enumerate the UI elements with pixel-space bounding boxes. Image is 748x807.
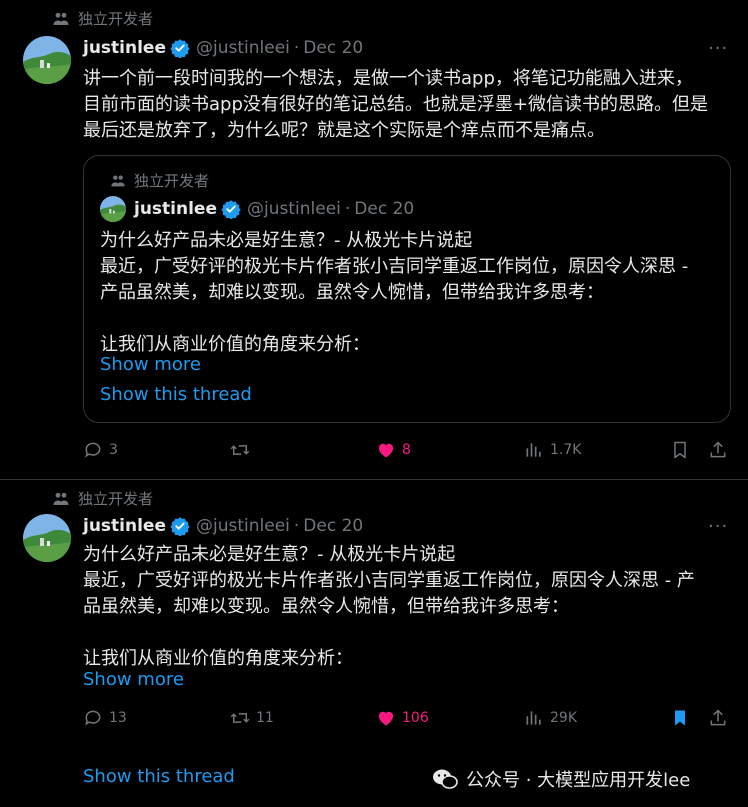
show-thread-link[interactable]: Show this thread — [100, 384, 252, 405]
avatar[interactable] — [23, 514, 71, 562]
quote-date: Dec 20 — [354, 199, 415, 219]
views-button[interactable]: 1.7K — [524, 440, 581, 460]
more-options-icon[interactable]: ··· — [708, 38, 728, 59]
show-more-link[interactable]: Show more — [100, 354, 201, 375]
watermark: 公众号 · 大模型应用开发lee — [432, 766, 690, 792]
tweet-text-line: 最后还是放弃了，为什么呢？就是这个实际是个痒点而不是痛点。 — [83, 120, 605, 141]
quoted-tweet-card[interactable]: 独立开发者 justinlee @justinleei · Dec 20 为什么… — [83, 155, 731, 423]
tweet-text: 为什么好产品未必是好生意？- 从极光卡片说起 最近，广受好评的极光卡片作者张小吉… — [83, 542, 743, 672]
quote-social-context[interactable]: 独立开发者 — [110, 170, 209, 191]
retweet-button[interactable]: 11 — [230, 708, 274, 728]
quote-author-name: justinlee — [134, 199, 217, 219]
separator-dot: · — [293, 516, 300, 536]
views-count: 29K — [550, 710, 577, 726]
tweet-text-line: 为什么好产品未必是好生意？- 从极光卡片说起 — [83, 544, 456, 565]
quote-text: 为什么好产品未必是好生意？- 从极光卡片说起 最近，广受好评的极光卡片作者张小吉… — [100, 228, 725, 358]
people-icon — [52, 490, 70, 508]
share-button[interactable] — [708, 440, 728, 460]
views-icon — [524, 440, 544, 460]
quote-social-context-label: 独立开发者 — [134, 172, 210, 190]
social-context[interactable]: 独立开发者 — [52, 8, 153, 29]
quote-text-line: 为什么好产品未必是好生意？- 从极光卡片说起 — [100, 230, 473, 251]
more-options-icon[interactable]: ··· — [708, 516, 728, 537]
avatar[interactable] — [23, 36, 71, 84]
tweet-text: 讲一个前一段时间我的一个想法，是做一个读书app，将笔记功能融入进来， 目前市面… — [83, 66, 743, 144]
show-thread-link[interactable]: Show this thread — [83, 766, 235, 787]
verified-badge-icon[interactable] — [170, 38, 190, 58]
views-icon — [524, 708, 544, 728]
heart-icon — [376, 440, 396, 460]
like-button[interactable]: 106 — [376, 708, 429, 728]
tweet-text-line: 目前市面的读书app没有很好的笔记总结。也就是浮墨+微信读书的思路。但是 — [83, 94, 708, 115]
views-button[interactable]: 29K — [524, 708, 577, 728]
reply-icon — [83, 708, 103, 728]
verified-badge-icon — [221, 199, 241, 219]
quote-text-line: 最近，广受好评的极光卡片作者张小吉同学重返工作岗位，原因令人深思 - — [100, 256, 689, 277]
retweet-button[interactable] — [230, 440, 256, 460]
heart-icon — [376, 708, 396, 728]
tweet-text-line: 品虽然美，却难以变现。虽然令人惋惜，但带给我许多思考： — [83, 596, 569, 617]
social-context[interactable]: 独立开发者 — [52, 488, 153, 509]
bookmark-icon — [670, 440, 690, 460]
separator-dot: · — [344, 199, 351, 219]
retweet-icon — [230, 440, 250, 460]
reply-icon — [83, 440, 103, 460]
reply-button[interactable]: 13 — [83, 708, 127, 728]
quote-header: justinlee @justinleei · Dec 20 — [100, 196, 414, 222]
author-name[interactable]: justinlee — [83, 516, 166, 536]
tweet-date[interactable]: Dec 20 — [303, 516, 363, 536]
tweet-header: justinlee @justinleei · Dec 20 — [83, 38, 363, 58]
like-button[interactable]: 8 — [376, 440, 411, 460]
avatar-image — [100, 196, 126, 222]
quote-text-line: 产品虽然美，却难以变现。虽然令人惋惜，但带给我许多思考： — [100, 282, 604, 303]
wechat-icon — [433, 769, 458, 789]
author-handle[interactable]: @justinleei — [196, 38, 290, 58]
tweet-actions: 13 11 106 29K — [0, 708, 748, 732]
quote-avatar[interactable] — [100, 196, 126, 222]
reply-count: 3 — [109, 442, 118, 458]
views-count: 1.7K — [550, 442, 582, 458]
tweet-text-line: 讲一个前一段时间我的一个想法，是做一个读书app，将笔记功能融入进来， — [83, 68, 693, 89]
avatar-image — [23, 514, 71, 562]
share-icon — [708, 440, 728, 460]
watermark-text: 公众号 · 大模型应用开发lee — [466, 770, 691, 791]
retweet-count: 11 — [256, 710, 274, 726]
share-button[interactable] — [708, 708, 728, 728]
tweet-text-line: 最近，广受好评的极光卡片作者张小吉同学重返工作岗位，原因令人深思 - 产 — [83, 570, 695, 591]
reply-count: 13 — [109, 710, 127, 726]
social-context-label: 独立开发者 — [78, 10, 154, 28]
author-handle[interactable]: @justinleei — [196, 516, 290, 536]
avatar-image — [23, 36, 71, 84]
retweet-icon — [230, 708, 250, 728]
share-icon — [708, 708, 728, 728]
reply-button[interactable]: 3 — [83, 440, 118, 460]
bookmark-button[interactable] — [670, 708, 690, 728]
social-context-label: 独立开发者 — [78, 490, 154, 508]
verified-badge-icon[interactable] — [170, 516, 190, 536]
tweet-date[interactable]: Dec 20 — [303, 38, 363, 58]
tweet-actions: 3 8 1.7K — [0, 440, 748, 464]
tweet-text-line — [83, 620, 743, 646]
like-count: 8 — [402, 442, 411, 458]
divider — [0, 479, 748, 480]
people-icon — [52, 10, 70, 28]
quote-author-handle: @justinleei — [247, 199, 341, 219]
quote-text-line — [100, 306, 725, 332]
like-count: 106 — [402, 710, 429, 726]
author-name[interactable]: justinlee — [83, 38, 166, 58]
separator-dot: · — [293, 38, 300, 58]
bookmark-button[interactable] — [670, 440, 690, 460]
bookmark-filled-icon — [670, 708, 690, 728]
tweet-header: justinlee @justinleei · Dec 20 — [83, 516, 363, 536]
people-icon — [110, 173, 126, 189]
show-more-link[interactable]: Show more — [83, 669, 184, 690]
